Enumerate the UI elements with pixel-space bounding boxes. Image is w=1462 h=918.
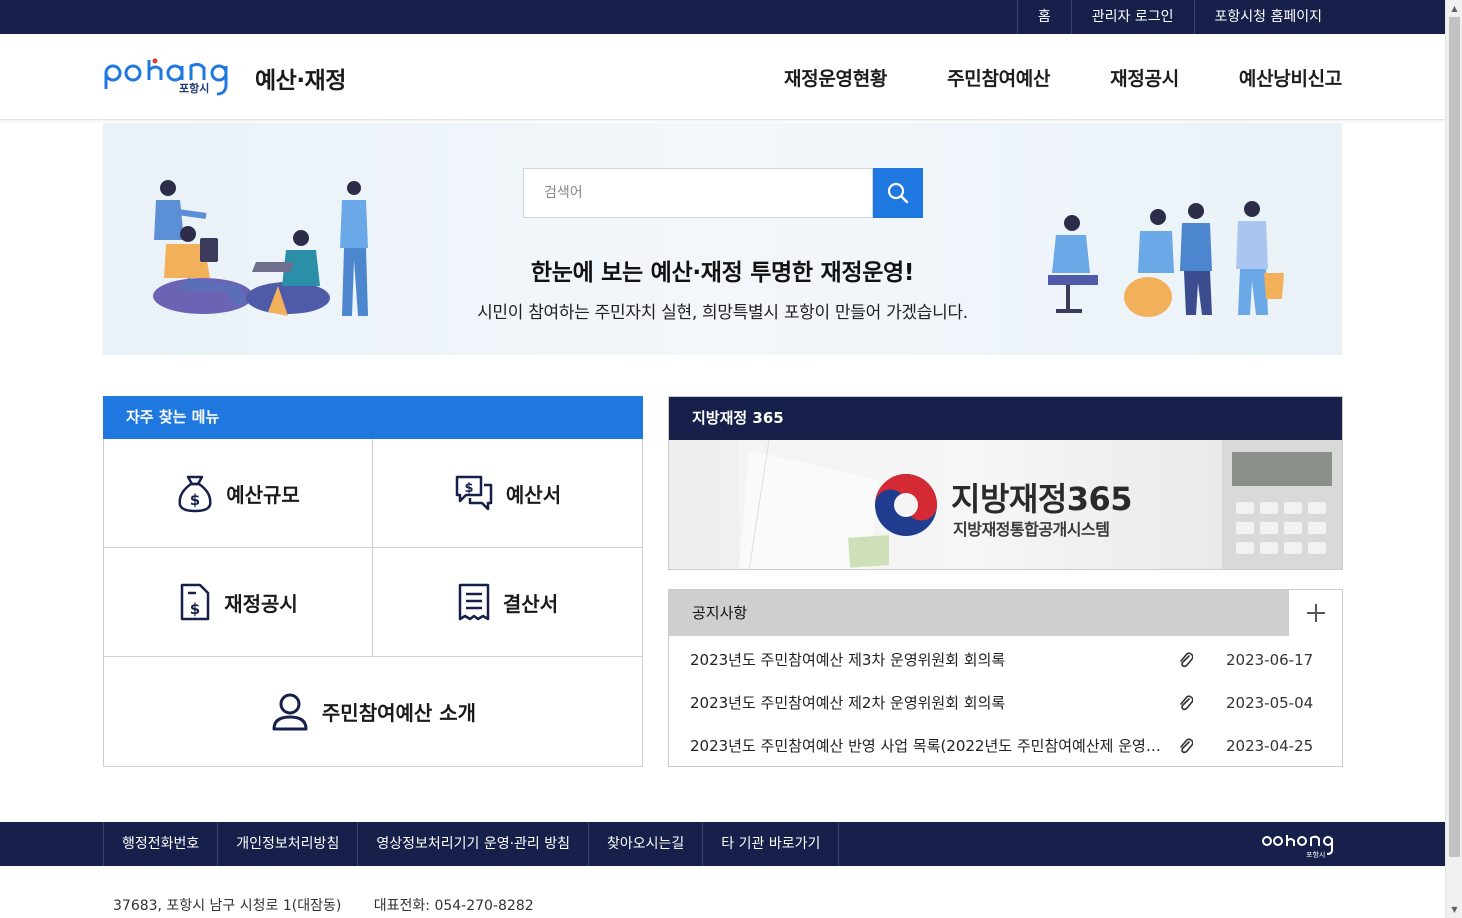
quick-menu-panel: 자주 찾는 메뉴 $ 예산규모 $ 예산서 $ 재정공시 결산서 주민참여예산 … [103, 396, 643, 767]
search-input[interactable] [523, 168, 873, 218]
attachment-icon [1166, 694, 1206, 711]
nav-participatory-budget[interactable]: 주민참여예산 [947, 64, 1050, 91]
svg-text:포항시: 포항시 [1306, 850, 1325, 859]
notice-item-date: 2023-06-17 [1226, 650, 1314, 669]
notice-item-date: 2023-05-04 [1226, 693, 1314, 712]
search-icon [887, 182, 909, 204]
notice-item-title: 2023년도 주민참여예산 반영 사업 목록(2022년도 주민참여예산제 운영… [690, 737, 1164, 755]
svg-text:$: $ [464, 481, 473, 496]
admin-login-link[interactable]: 관리자 로그인 [1070, 0, 1194, 34]
people-illustration-right [1048, 201, 1284, 317]
svg-text:$: $ [190, 600, 200, 618]
notice-title: 공지사항 [669, 590, 1289, 636]
document-dollar-icon: $ [178, 582, 212, 622]
site-header: 포항시 예산·재정 재정운영현황 주민참여예산 재정공시 예산낭비신고 [0, 34, 1445, 120]
scrollbar-thumb[interactable] [1449, 17, 1460, 857]
banner-subtitle: 지방재정통합공개시스템 [953, 520, 1110, 539]
calculator-decoration [1222, 440, 1342, 569]
quick-label: 주민참여예산 소개 [321, 701, 477, 725]
quick-label: 예산규모 [226, 482, 300, 507]
notice-item[interactable]: 2023년도 주민참여예산 제2차 운영위원회 회의록 2023-05-04 [669, 681, 1342, 724]
site-title: 예산·재정 [255, 68, 346, 94]
user-icon [270, 692, 310, 732]
attachment-icon [1166, 737, 1206, 754]
footer-admin-phone-link[interactable]: 행정전화번호 [104, 822, 219, 866]
svg-text:$: $ [190, 491, 200, 509]
banner-title: 지방재정365 [951, 480, 1133, 518]
nav-fiscal-disclosure[interactable]: 재정공시 [1110, 64, 1179, 91]
fiscal365-title: 지방재정 365 [669, 397, 1342, 440]
receipt-icon [457, 582, 491, 622]
attachment-icon [1166, 651, 1206, 668]
notice-item-title: 2023년도 주민참여예산 제3차 운영위원회 회의록 [690, 651, 1006, 669]
home-link[interactable]: 홈 [1016, 0, 1071, 34]
city-homepage-link[interactable]: 포항시청 홈페이지 [1193, 0, 1343, 34]
vertical-scrollbar[interactable]: ▲ ▼ [1445, 0, 1462, 918]
footer-directions-link[interactable]: 찾아오시는길 [589, 822, 704, 866]
quick-label: 예산서 [505, 482, 562, 507]
footer-privacy-link[interactable]: 개인정보처리방침 [218, 822, 359, 866]
site-footer: 행정전화번호 개인정보처리방침 영상정보처리기기 운영·관리 방침 찾아오시는길… [0, 822, 1445, 866]
plus-icon [1306, 604, 1325, 622]
footer-other-agencies-link[interactable]: 타 기관 바로가기 [703, 822, 840, 866]
quick-budget-book[interactable]: $ 예산서 [373, 439, 642, 548]
search-box [523, 168, 923, 218]
nav-waste-report[interactable]: 예산낭비신고 [1239, 64, 1342, 91]
pohang-logo [104, 58, 228, 96]
money-bag-icon: $ [176, 473, 214, 513]
footer-pohang-logo: 포항시 [1262, 835, 1333, 859]
footer-address-block: 37683, 포항시 남구 시청로 1(대잠동) 대표전화: 054-270-8… [113, 895, 562, 915]
footer-cctv-policy-link[interactable]: 영상정보처리기기 운영·관리 방침 [358, 822, 589, 866]
korea-emblem-icon [875, 474, 937, 536]
notice-more-button[interactable] [1289, 590, 1342, 636]
quick-fiscal-disclosure[interactable]: $ 재정공시 [104, 548, 373, 657]
site-logo[interactable]: 포항시 예산·재정 [103, 56, 346, 100]
quick-menu-title: 자주 찾는 메뉴 [103, 396, 643, 439]
logo-subtitle: 포항시 [179, 82, 210, 95]
hero-banner: 한눈에 보는 예산·재정 투명한 재정운영! 시민이 참여하는 주민자치 실현,… [103, 123, 1342, 355]
utility-links: 홈 관리자 로그인 포항시청 홈페이지 [1016, 0, 1343, 34]
main-navigation: 재정운영현황 주민참여예산 재정공시 예산낭비신고 [724, 34, 1342, 120]
quick-budget-scale[interactable]: $ 예산규모 [104, 439, 373, 548]
notice-list: 2023년도 주민참여예산 제3차 운영위원회 회의록 2023-06-17 2… [669, 636, 1342, 767]
notebook-decoration [739, 440, 889, 569]
scroll-down-arrow-icon[interactable]: ▼ [1446, 901, 1462, 918]
nav-fiscal-status[interactable]: 재정운영현황 [784, 64, 887, 91]
quick-label: 결산서 [502, 591, 559, 616]
notice-item-date: 2023-04-25 [1226, 736, 1314, 755]
notice-panel: 공지사항 2023년도 주민참여예산 제3차 운영위원회 회의록 2023-06… [668, 589, 1343, 767]
quick-label: 재정공시 [224, 591, 298, 616]
fiscal365-panel: 지방재정 365 지방재정365 지방재정통합공개시스템 [668, 396, 1343, 570]
quick-participatory-intro[interactable]: 주민참여예산 소개 [104, 657, 642, 766]
chat-dollar-icon: $ [454, 473, 494, 513]
footer-phone: 대표전화: 054-270-8282 [373, 898, 534, 914]
notice-item[interactable]: 2023년도 주민참여예산 제3차 운영위원회 회의록 2023-06-17 [669, 638, 1342, 681]
footer-links: 행정전화번호 개인정보처리방침 영상정보처리기기 운영·관리 방침 찾아오시는길… [103, 822, 840, 866]
scroll-up-arrow-icon[interactable]: ▲ [1446, 0, 1462, 17]
notice-item-title: 2023년도 주민참여예산 제2차 운영위원회 회의록 [690, 694, 1006, 712]
quick-menu-grid: $ 예산규모 $ 예산서 $ 재정공시 결산서 주민참여예산 소개 [103, 439, 643, 767]
notice-item[interactable]: 2023년도 주민참여예산 반영 사업 목록(2022년도 주민참여예산제 운영… [669, 724, 1342, 767]
footer-address: 37683, 포항시 남구 시청로 1(대잠동) [113, 898, 342, 914]
quick-settlement[interactable]: 결산서 [373, 548, 642, 657]
notice-header: 공지사항 [669, 590, 1342, 636]
search-button[interactable] [873, 168, 923, 218]
fiscal365-banner[interactable]: 지방재정365 지방재정통합공개시스템 [669, 440, 1342, 569]
top-utility-bar: 홈 관리자 로그인 포항시청 홈페이지 [0, 0, 1445, 34]
